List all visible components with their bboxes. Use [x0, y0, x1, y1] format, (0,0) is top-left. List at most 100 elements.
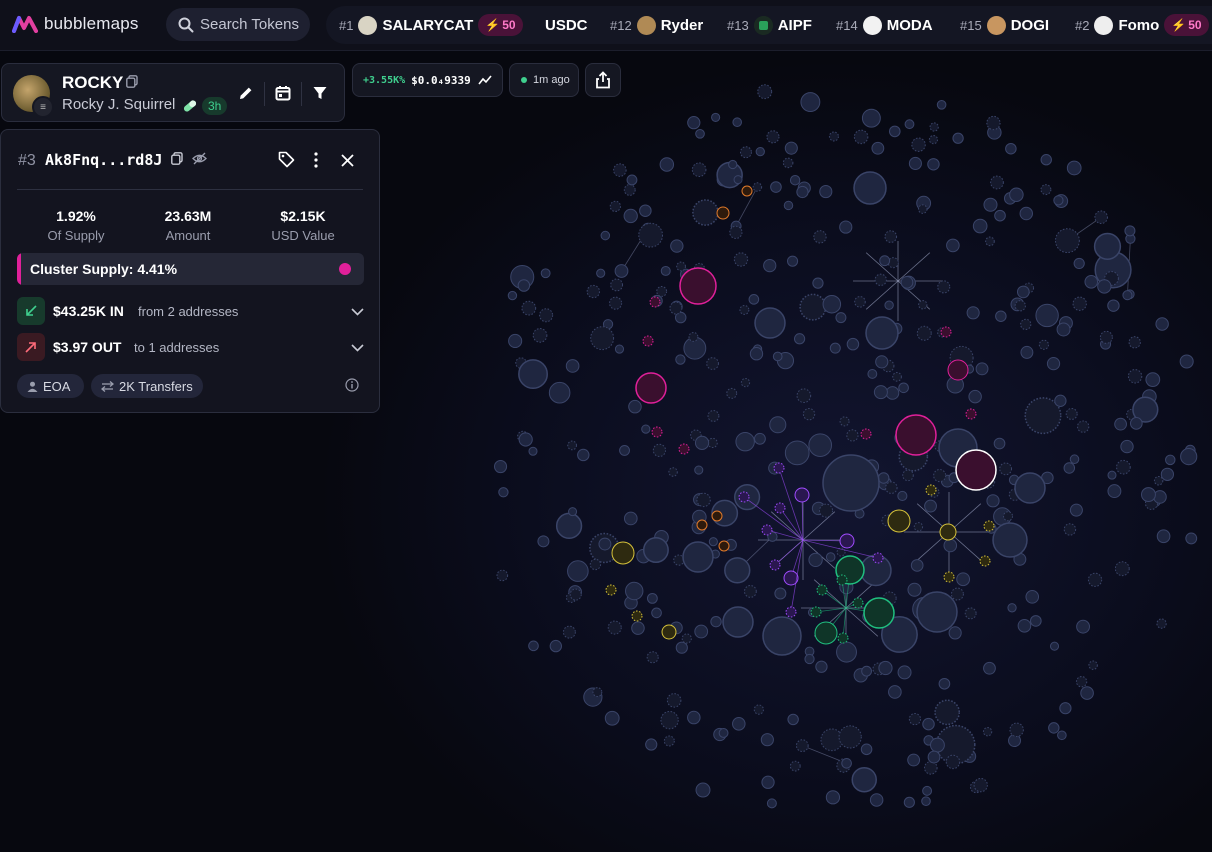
holder-bubble[interactable]: [761, 775, 775, 789]
cluster-bubble-green[interactable]: [814, 621, 838, 645]
holder-bubble[interactable]: [861, 665, 872, 677]
share-button[interactable]: [585, 63, 621, 97]
holder-bubble[interactable]: [732, 717, 746, 731]
holder-bubble[interactable]: [945, 754, 961, 770]
holder-bubble[interactable]: [549, 639, 563, 653]
holder-bubble[interactable]: [1160, 467, 1175, 481]
holder-bubble[interactable]: [1087, 572, 1103, 587]
holder-bubble[interactable]: [752, 182, 763, 192]
holder-bubble[interactable]: [799, 293, 827, 321]
holder-bubble[interactable]: [908, 156, 922, 171]
holder-bubble[interactable]: [1077, 420, 1090, 433]
holder-bubble[interactable]: [838, 725, 862, 749]
holder-bubble[interactable]: [907, 753, 921, 767]
holder-bubble[interactable]: [956, 572, 971, 587]
holder-bubble[interactable]: [743, 584, 757, 598]
holder-bubble[interactable]: [1066, 160, 1082, 176]
holder-bubble[interactable]: [518, 432, 533, 447]
holder-bubble[interactable]: [861, 108, 881, 128]
cluster-bubble-pink[interactable]: [651, 426, 663, 438]
holder-bubble[interactable]: [521, 300, 537, 316]
holder-bubble[interactable]: [1040, 154, 1052, 166]
holder-bubble[interactable]: [729, 225, 743, 239]
holder-bubble[interactable]: [1088, 660, 1098, 670]
holder-bubble[interactable]: [567, 440, 578, 451]
ticker-item[interactable]: #2 Fomo ⚡ 50: [1075, 6, 1209, 44]
holder-bubble[interactable]: [1180, 447, 1198, 466]
holder-bubble[interactable]: [813, 230, 827, 244]
holder-bubble[interactable]: [1165, 454, 1176, 466]
holder-bubble[interactable]: [1155, 317, 1169, 331]
cluster-bubble-green[interactable]: [852, 597, 864, 609]
holder-bubble[interactable]: [871, 141, 885, 155]
wallet-address[interactable]: Ak8Fnq...rd8J: [45, 151, 162, 169]
cluster-bubble-purple[interactable]: [774, 502, 786, 514]
holder-bubble[interactable]: [854, 296, 866, 308]
holder-bubble[interactable]: [950, 587, 964, 601]
holder-bubble[interactable]: [934, 699, 961, 726]
holder-bubble[interactable]: [1007, 603, 1017, 613]
cluster-bubble-purple[interactable]: [839, 533, 855, 549]
holder-bubble[interactable]: [820, 728, 844, 752]
holder-bubble[interactable]: [972, 218, 988, 234]
holder-bubble[interactable]: [964, 607, 977, 620]
large-holder-bubble[interactable]: [992, 522, 1028, 558]
holder-bubble[interactable]: [1072, 296, 1087, 311]
holder-bubble[interactable]: [706, 357, 719, 370]
holder-bubble[interactable]: [1122, 290, 1133, 301]
holder-bubble[interactable]: [879, 255, 891, 267]
holder-bubble[interactable]: [733, 252, 749, 267]
holder-bubble[interactable]: [897, 665, 912, 680]
holder-bubble[interactable]: [1129, 417, 1143, 430]
holder-bubble[interactable]: [1094, 210, 1108, 225]
holder-bubble[interactable]: [900, 275, 914, 289]
holder-bubble[interactable]: [1128, 336, 1141, 349]
holder-bubble[interactable]: [1156, 529, 1171, 544]
selected-wallet-bubble[interactable]: [955, 449, 997, 491]
holder-bubble[interactable]: [645, 738, 658, 751]
holder-bubble[interactable]: [946, 238, 960, 253]
holder-bubble[interactable]: [639, 204, 652, 217]
large-holder-bubble[interactable]: [722, 606, 754, 638]
holder-bubble[interactable]: [772, 351, 783, 362]
holder-bubble[interactable]: [846, 429, 859, 442]
holder-bubble[interactable]: [766, 798, 777, 809]
holder-bubble[interactable]: [1080, 686, 1094, 700]
holder-bubble[interactable]: [851, 766, 877, 793]
holder-bubble[interactable]: [796, 388, 812, 404]
holder-bubble[interactable]: [676, 261, 686, 272]
holder-bubble[interactable]: [927, 750, 941, 764]
holder-bubble[interactable]: [625, 581, 644, 601]
eoa-tag[interactable]: EOA: [17, 374, 84, 398]
holder-bubble[interactable]: [825, 552, 836, 562]
holder-bubble[interactable]: [1127, 369, 1143, 384]
holder-bubble[interactable]: [1049, 641, 1060, 651]
holder-bubble[interactable]: [740, 377, 751, 388]
holder-bubble[interactable]: [910, 559, 924, 572]
holder-bubble[interactable]: [660, 710, 679, 730]
large-holder-bubble[interactable]: [853, 171, 887, 205]
cluster-bubble-pink[interactable]: [965, 408, 977, 420]
holder-bubble[interactable]: [675, 641, 688, 654]
holder-bubble[interactable]: [589, 558, 602, 571]
holder-bubble[interactable]: [825, 790, 841, 805]
holder-bubble[interactable]: [786, 255, 799, 267]
holder-bubble[interactable]: [757, 84, 773, 100]
cluster-bubble-yellow[interactable]: [939, 523, 957, 541]
holder-bubble[interactable]: [869, 793, 884, 807]
holder-bubble[interactable]: [784, 440, 810, 466]
holder-bubble[interactable]: [769, 416, 787, 434]
info-icon[interactable]: [345, 378, 359, 397]
ticker-item[interactable]: #13 AIPF: [727, 6, 812, 44]
holder-bubble[interactable]: [681, 633, 692, 644]
holder-bubble[interactable]: [567, 560, 589, 582]
holder-bubble[interactable]: [660, 265, 671, 276]
copy-icon[interactable]: [126, 75, 138, 93]
copy-address-icon[interactable]: [171, 152, 183, 170]
holder-bubble[interactable]: [1093, 232, 1122, 260]
cluster-bubble-orange[interactable]: [711, 510, 723, 522]
close-icon[interactable]: [341, 154, 354, 172]
holder-bubble[interactable]: [789, 760, 801, 772]
holder-bubble[interactable]: [1116, 459, 1131, 475]
holder-bubble[interactable]: [1008, 734, 1021, 748]
